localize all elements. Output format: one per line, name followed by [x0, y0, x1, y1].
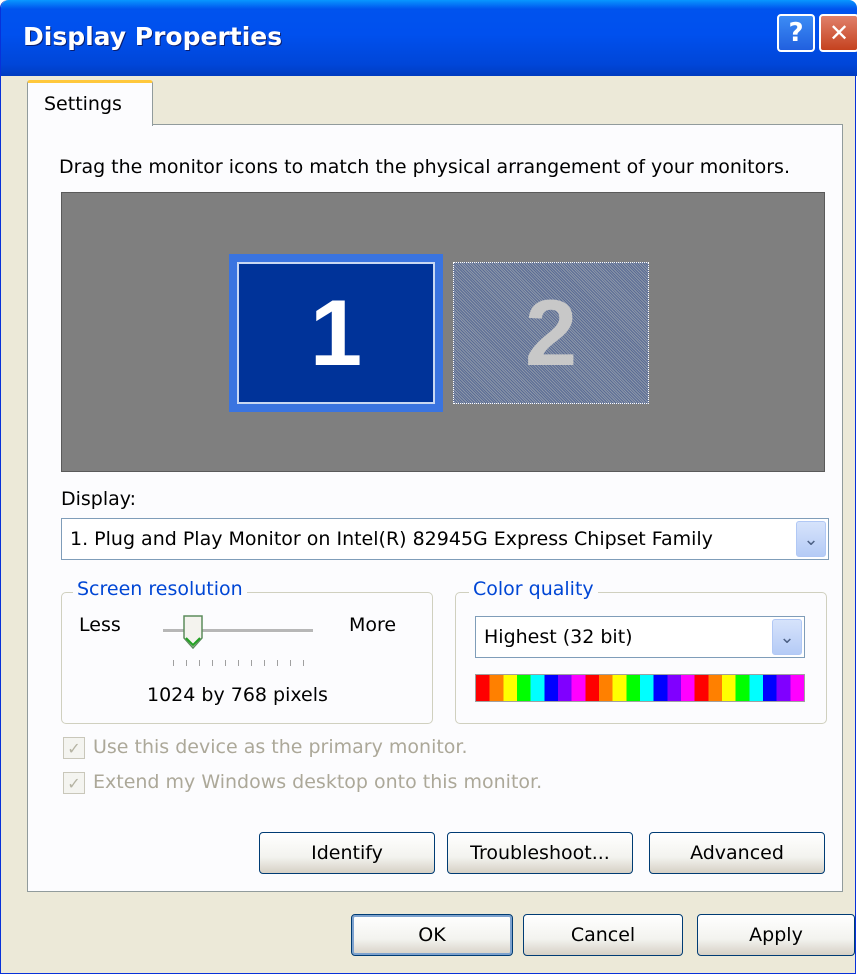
slider-tick: [225, 660, 226, 666]
color-quality-select-value: Highest (32 bit): [484, 626, 633, 648]
slider-tick: [251, 660, 252, 666]
display-properties-window: Display Properties ? ✕ Settings Drag the…: [0, 0, 858, 974]
help-button[interactable]: ?: [777, 14, 815, 52]
identify-button[interactable]: Identify: [259, 832, 435, 874]
advanced-button[interactable]: Advanced: [649, 832, 825, 874]
color-quality-group: [455, 592, 827, 724]
monitor-2-icon[interactable]: 2: [453, 262, 649, 404]
slider-tick: [303, 660, 304, 666]
monitor-1-number: 1: [309, 280, 363, 385]
resolution-slider-thumb[interactable]: [182, 614, 204, 650]
close-icon: ✕: [828, 19, 850, 47]
title-bar[interactable]: Display Properties ? ✕: [1, 0, 858, 76]
apply-button[interactable]: Apply: [697, 914, 855, 956]
help-icon: ?: [788, 18, 804, 48]
primary-monitor-label: Use this device as the primary monitor.: [93, 736, 468, 758]
slider-tick: [199, 660, 200, 666]
slider-tick: [290, 660, 291, 666]
slider-tick: [186, 660, 187, 666]
monitor-2-number: 2: [524, 280, 578, 385]
slider-tick: [173, 660, 174, 666]
extend-desktop-checkbox[interactable]: ✓: [63, 772, 85, 794]
extend-desktop-label: Extend my Windows desktop onto this moni…: [93, 771, 543, 793]
monitor-1-icon[interactable]: 1: [237, 262, 435, 404]
slider-tick: [264, 660, 265, 666]
arrangement-instruction: Drag the monitor icons to match the phys…: [59, 156, 790, 178]
check-icon: ✓: [67, 738, 81, 758]
tab-settings-label: Settings: [44, 93, 122, 115]
color-quality-label: Color quality: [469, 578, 598, 600]
display-select-value: 1. Plug and Play Monitor on Intel(R) 829…: [70, 528, 713, 550]
color-quality-select[interactable]: Highest (32 bit) ⌄: [475, 616, 805, 658]
check-icon: ✓: [67, 773, 81, 793]
slider-tick: [238, 660, 239, 666]
screen-resolution-label: Screen resolution: [73, 578, 247, 600]
cancel-button[interactable]: Cancel: [523, 914, 683, 956]
close-button[interactable]: ✕: [819, 14, 858, 52]
color-spectrum-bar: [475, 674, 805, 702]
resolution-less-label: Less: [79, 614, 121, 636]
ok-button[interactable]: OK: [351, 914, 513, 956]
troubleshoot-button[interactable]: Troubleshoot...: [447, 832, 633, 874]
resolution-more-label: More: [349, 614, 397, 636]
chevron-down-icon[interactable]: ⌄: [772, 619, 802, 655]
resolution-value: 1024 by 768 pixels: [147, 684, 328, 706]
slider-tick: [277, 660, 278, 666]
monitor-arrangement-area[interactable]: [61, 192, 825, 472]
window-title: Display Properties: [23, 22, 283, 51]
slider-tick: [212, 660, 213, 666]
primary-monitor-checkbox[interactable]: ✓: [63, 737, 85, 759]
chevron-down-icon[interactable]: ⌄: [796, 521, 826, 557]
resolution-slider-ticks: [173, 660, 313, 666]
tab-settings[interactable]: Settings: [27, 80, 153, 126]
display-select[interactable]: 1. Plug and Play Monitor on Intel(R) 829…: [61, 518, 829, 560]
display-label: Display:: [61, 488, 137, 510]
